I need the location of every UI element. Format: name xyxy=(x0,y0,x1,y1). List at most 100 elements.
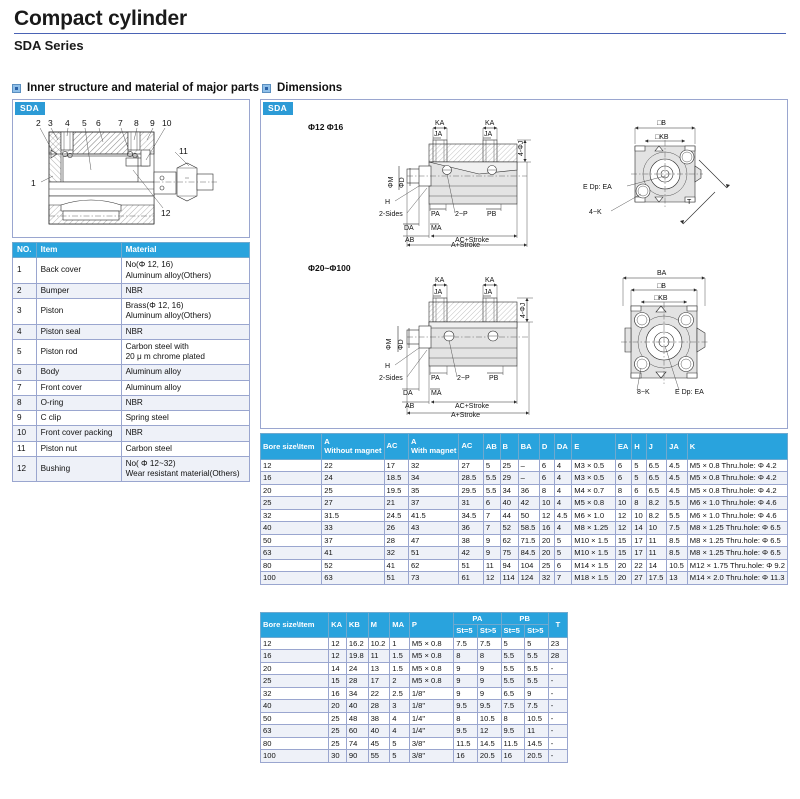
label-pb: PB xyxy=(487,211,497,218)
dim2-cell-ka: 25 xyxy=(328,711,347,726)
dim1-cell-k: M5 × 0.8 Thru.hole: Φ 4.2 xyxy=(686,471,789,485)
dim2-cell-kb: 60 xyxy=(345,724,369,738)
dim2-cell-m: 13 xyxy=(367,661,391,676)
dim2-cell-kb: 28 xyxy=(345,674,369,688)
dim1-cell-ja: 4.5 xyxy=(666,471,688,485)
dim1-cell-ja: 10.5 xyxy=(666,558,688,573)
dim1-cell-j: 11 xyxy=(645,533,668,548)
dim1-cell-e: M8 × 1.25 xyxy=(571,521,616,535)
dim2-cell-pb-eq: 5.5 xyxy=(500,674,526,688)
dim2-cell-ma: 1.5 xyxy=(389,649,410,663)
dim1-cell-b: 75 xyxy=(499,546,519,560)
dim2-cell-pb-gt: 7.5 xyxy=(524,699,549,713)
dim2-cell-pa-gt: 9 xyxy=(476,686,502,701)
table-row: 63 41 32 51 42 9 75 84.5 20 5 M10 × 1.5 15 17 11 8.5 M8… xyxy=(259,546,789,560)
dim2-cell-m: 28 xyxy=(367,699,391,713)
parts-cell-no: 8 xyxy=(12,394,37,412)
dim1-cell-ab: 11 xyxy=(482,558,501,573)
dim2-col-p: P xyxy=(408,612,455,638)
dimension-table-1: Bore size\Item A Without magnet AC A Wit… xyxy=(259,433,789,585)
dim2-group-pa: PA xyxy=(453,611,502,626)
dim2-cell-pb-gt: 5.5 xyxy=(524,674,549,688)
dim1-cell-ba: – xyxy=(517,458,540,473)
dim1-cell-da: 6 xyxy=(553,558,573,573)
dimension-table-2-wrap: Bore size\Item KA KB M MA P PA PB T St=5… xyxy=(259,611,569,763)
dim1-col-d: D xyxy=(538,433,555,460)
dim2-cell-kb: 24 xyxy=(345,661,369,676)
callout-7: 7 xyxy=(118,118,123,128)
table-row: 12 12 16.2 10.2 1 M5 × 0.8 7.5 7.5 5 5 23 xyxy=(259,636,569,651)
dim1-cell-bore: 25 xyxy=(259,496,323,510)
dim1-header-row: Bore size\Item A Without magnet AC A Wit… xyxy=(259,433,789,460)
dim1-cell-ac-without: 32 xyxy=(383,546,409,560)
dim1-cell-ja: 4.5 xyxy=(666,483,688,498)
parts-cell-material: Carbon steel xyxy=(120,440,251,457)
label-ka: KA xyxy=(435,277,445,284)
dim1-cell-ja: 4.5 xyxy=(666,458,688,473)
label-t: T xyxy=(687,199,692,206)
dim1-cell-bore: 100 xyxy=(259,571,323,585)
label-a-stroke: A+Stroke xyxy=(451,242,480,247)
table-row: 3 Piston Brass(Φ 12, 16) Aluminum alloy(Oth… xyxy=(12,298,251,325)
dim2-cell-pa-eq: 8 xyxy=(453,649,478,663)
dim1-cell-a-with: 47 xyxy=(407,533,460,548)
label-ba: BA xyxy=(657,270,667,277)
label-ab: AB xyxy=(405,403,415,410)
dim1-cell-ba: 84.5 xyxy=(517,546,540,560)
dim1-cell-k: M6 × 1.0 Thru.hole: Φ 4.6 xyxy=(686,508,789,523)
dim1-cell-j: 11 xyxy=(645,546,668,560)
parts-cell-material: Carbon steel with 20 μ m chrome plated xyxy=(120,338,251,366)
dim1-cell-ac-with: 34.5 xyxy=(458,508,484,523)
dim1-cell-h: 10 xyxy=(631,508,647,523)
dim2-cell-t: - xyxy=(547,674,569,688)
label-4-phi-j: 4-ΦJ xyxy=(518,141,525,156)
table-row: 50 25 48 38 4 1/4" 8 10.5 8 10.5- xyxy=(259,711,569,726)
dim1-cell-ac-without: 19.5 xyxy=(383,483,409,498)
dim2-cell-pa-eq: 7.5 xyxy=(453,636,478,651)
label-4-phi-j: 4-ΦJ xyxy=(520,303,527,318)
label-pa: PA xyxy=(431,211,440,218)
label-ka: KA xyxy=(485,277,495,284)
dim1-cell-ac-without: 21 xyxy=(383,496,409,510)
dim1-cell-ja: 8.5 xyxy=(666,546,688,560)
parts-cell-item: Body xyxy=(35,364,122,381)
dim1-col-b: B xyxy=(499,433,519,460)
dim1-cell-h: 27 xyxy=(631,571,647,585)
parts-cell-no: 10 xyxy=(12,425,37,442)
table-row: 40 33 26 43 36 7 52 58.5 16 4 M8 × 1.25 12 14 10 7.5 M8… xyxy=(259,521,789,535)
dim2-cell-pa-gt: 9.5 xyxy=(476,699,502,713)
dim1-cell-ba: 104 xyxy=(517,558,540,573)
dim2-cell-ka: 25 xyxy=(328,724,347,738)
dim2-cell-pa-gt: 10.5 xyxy=(476,711,502,726)
dim2-cell-ma: 5 xyxy=(389,749,410,763)
dim1-cell-k: M5 × 0.8 Thru.hole: Φ 4.2 xyxy=(686,458,789,473)
dim1-cell-j: 17.5 xyxy=(645,571,668,585)
parts-cell-no: 7 xyxy=(12,379,37,396)
dim2-cell-t: 28 xyxy=(547,649,569,663)
parts-cell-material: NBR xyxy=(120,425,251,442)
table-row: 50 37 28 47 38 9 62 71.5 20 5 M10 × 1.5 15 17 11 8.5 M8… xyxy=(259,533,789,548)
dim1-cell-a-with: 41.5 xyxy=(407,508,460,523)
section-marker-icon xyxy=(12,83,21,93)
callout-5: 5 xyxy=(82,118,87,128)
dim1-cell-ac-with: 38 xyxy=(458,533,484,548)
dim1-cell-a-with: 35 xyxy=(407,483,460,498)
dim2-cell-pb-eq: 16 xyxy=(500,749,526,763)
dim2-cell-pa-gt: 20.5 xyxy=(476,749,502,763)
dim2-cell-pb-eq: 8 xyxy=(500,711,526,726)
dim1-cell-k: M14 × 2.0 Thru.hole: Φ 11.3 xyxy=(686,571,789,585)
label-square-b: □B xyxy=(657,283,666,290)
dim1-cell-ja: 13 xyxy=(666,571,688,585)
dim2-header-row-top: Bore size\Item KA KB M MA P PA PB T xyxy=(259,611,569,638)
end-view-drawing-large: BA □B □KB 8−K E Dp: EA xyxy=(579,266,784,398)
dim2-cell-p: 1/4" xyxy=(408,711,455,726)
dim1-cell-d: 20 xyxy=(538,533,555,548)
dim1-cell-b: 44 xyxy=(499,508,519,523)
dim1-cell-ba: – xyxy=(517,471,540,485)
label-ab: AB xyxy=(405,237,415,244)
dim2-cell-pa-gt: 9 xyxy=(476,674,502,688)
label-h: H xyxy=(385,363,390,370)
dim1-cell-da: 4.5 xyxy=(553,508,573,523)
dim2-cell-ka: 15 xyxy=(328,674,347,688)
dim2-col-pb-gt: St>5 xyxy=(524,624,549,638)
